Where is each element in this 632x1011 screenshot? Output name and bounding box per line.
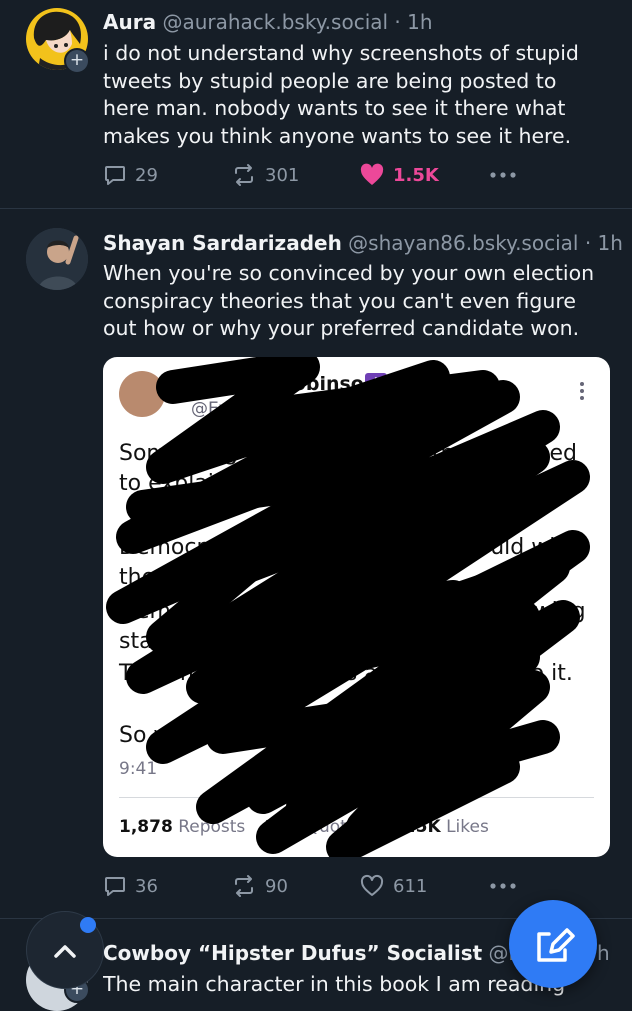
embedded-image[interactable]: Everald Robinson ✝ ✓ @EveraldRobinson So…: [103, 357, 610, 857]
post-time: · 1h: [584, 231, 623, 255]
speech-bubble-icon: [105, 877, 125, 896]
heart-icon: [360, 874, 384, 896]
like-button[interactable]: 611: [359, 871, 427, 901]
post-header: Shayan Sardarizadeh @shayan86.bsky.socia…: [103, 231, 623, 255]
repost-count: 301: [265, 164, 300, 186]
author-name[interactable]: Cowboy “Hipster Dufus” Socialist: [103, 941, 482, 965]
post-aura[interactable]: + Aura @aurahack.bsky.social · 1h i do n…: [0, 0, 632, 208]
post-actions: 36 90 611: [103, 871, 523, 901]
new-posts-dot: [80, 917, 96, 933]
compose-button[interactable]: [509, 900, 597, 988]
scribble-redaction: [106, 357, 590, 857]
author-name[interactable]: Shayan Sardarizadeh: [103, 231, 342, 255]
avatar-image: [26, 228, 88, 290]
repost-button[interactable]: 90: [231, 871, 288, 901]
heart-icon: [360, 163, 384, 185]
post-actions: 29 301 1.5K: [103, 160, 523, 190]
like-count: 1.5K: [393, 164, 439, 186]
reply-button[interactable]: 29: [103, 160, 158, 190]
repost-button[interactable]: 301: [231, 160, 299, 190]
post-text: When you're so convinced by your own ele…: [103, 261, 595, 340]
author-handle[interactable]: @aurahack.bsky.social: [162, 10, 388, 34]
like-count: 611: [393, 875, 428, 897]
follow-plus-icon[interactable]: +: [64, 48, 90, 74]
repost-arrows-icon: [235, 164, 253, 186]
ellipsis-icon: [490, 883, 516, 889]
repost-arrows-icon: [235, 875, 253, 897]
more-options-button[interactable]: [489, 160, 517, 190]
post-time: · 1h: [394, 10, 433, 34]
reply-count: 29: [135, 164, 158, 186]
repost-count: 90: [265, 875, 288, 897]
post-text: i do not understand why screenshots of s…: [103, 41, 579, 148]
speech-bubble-icon: [105, 166, 125, 185]
ellipsis-icon: [490, 172, 516, 178]
compose-pencil-icon: [537, 928, 575, 962]
post-text: The main character in this book I am rea…: [103, 972, 573, 996]
post-header: Cowboy “Hipster Dufus” Socialist @mpa h: [103, 941, 610, 965]
reply-count: 36: [135, 875, 158, 897]
like-button[interactable]: 1.5K: [359, 160, 439, 190]
avatar[interactable]: [26, 228, 88, 290]
author-name[interactable]: Aura: [103, 10, 156, 34]
more-options-button[interactable]: [489, 871, 517, 901]
reply-button[interactable]: 36: [103, 871, 158, 901]
post-header: Aura @aurahack.bsky.social · 1h: [103, 10, 433, 34]
post-time: h: [597, 941, 610, 965]
author-handle[interactable]: @shayan86.bsky.social: [348, 231, 578, 255]
